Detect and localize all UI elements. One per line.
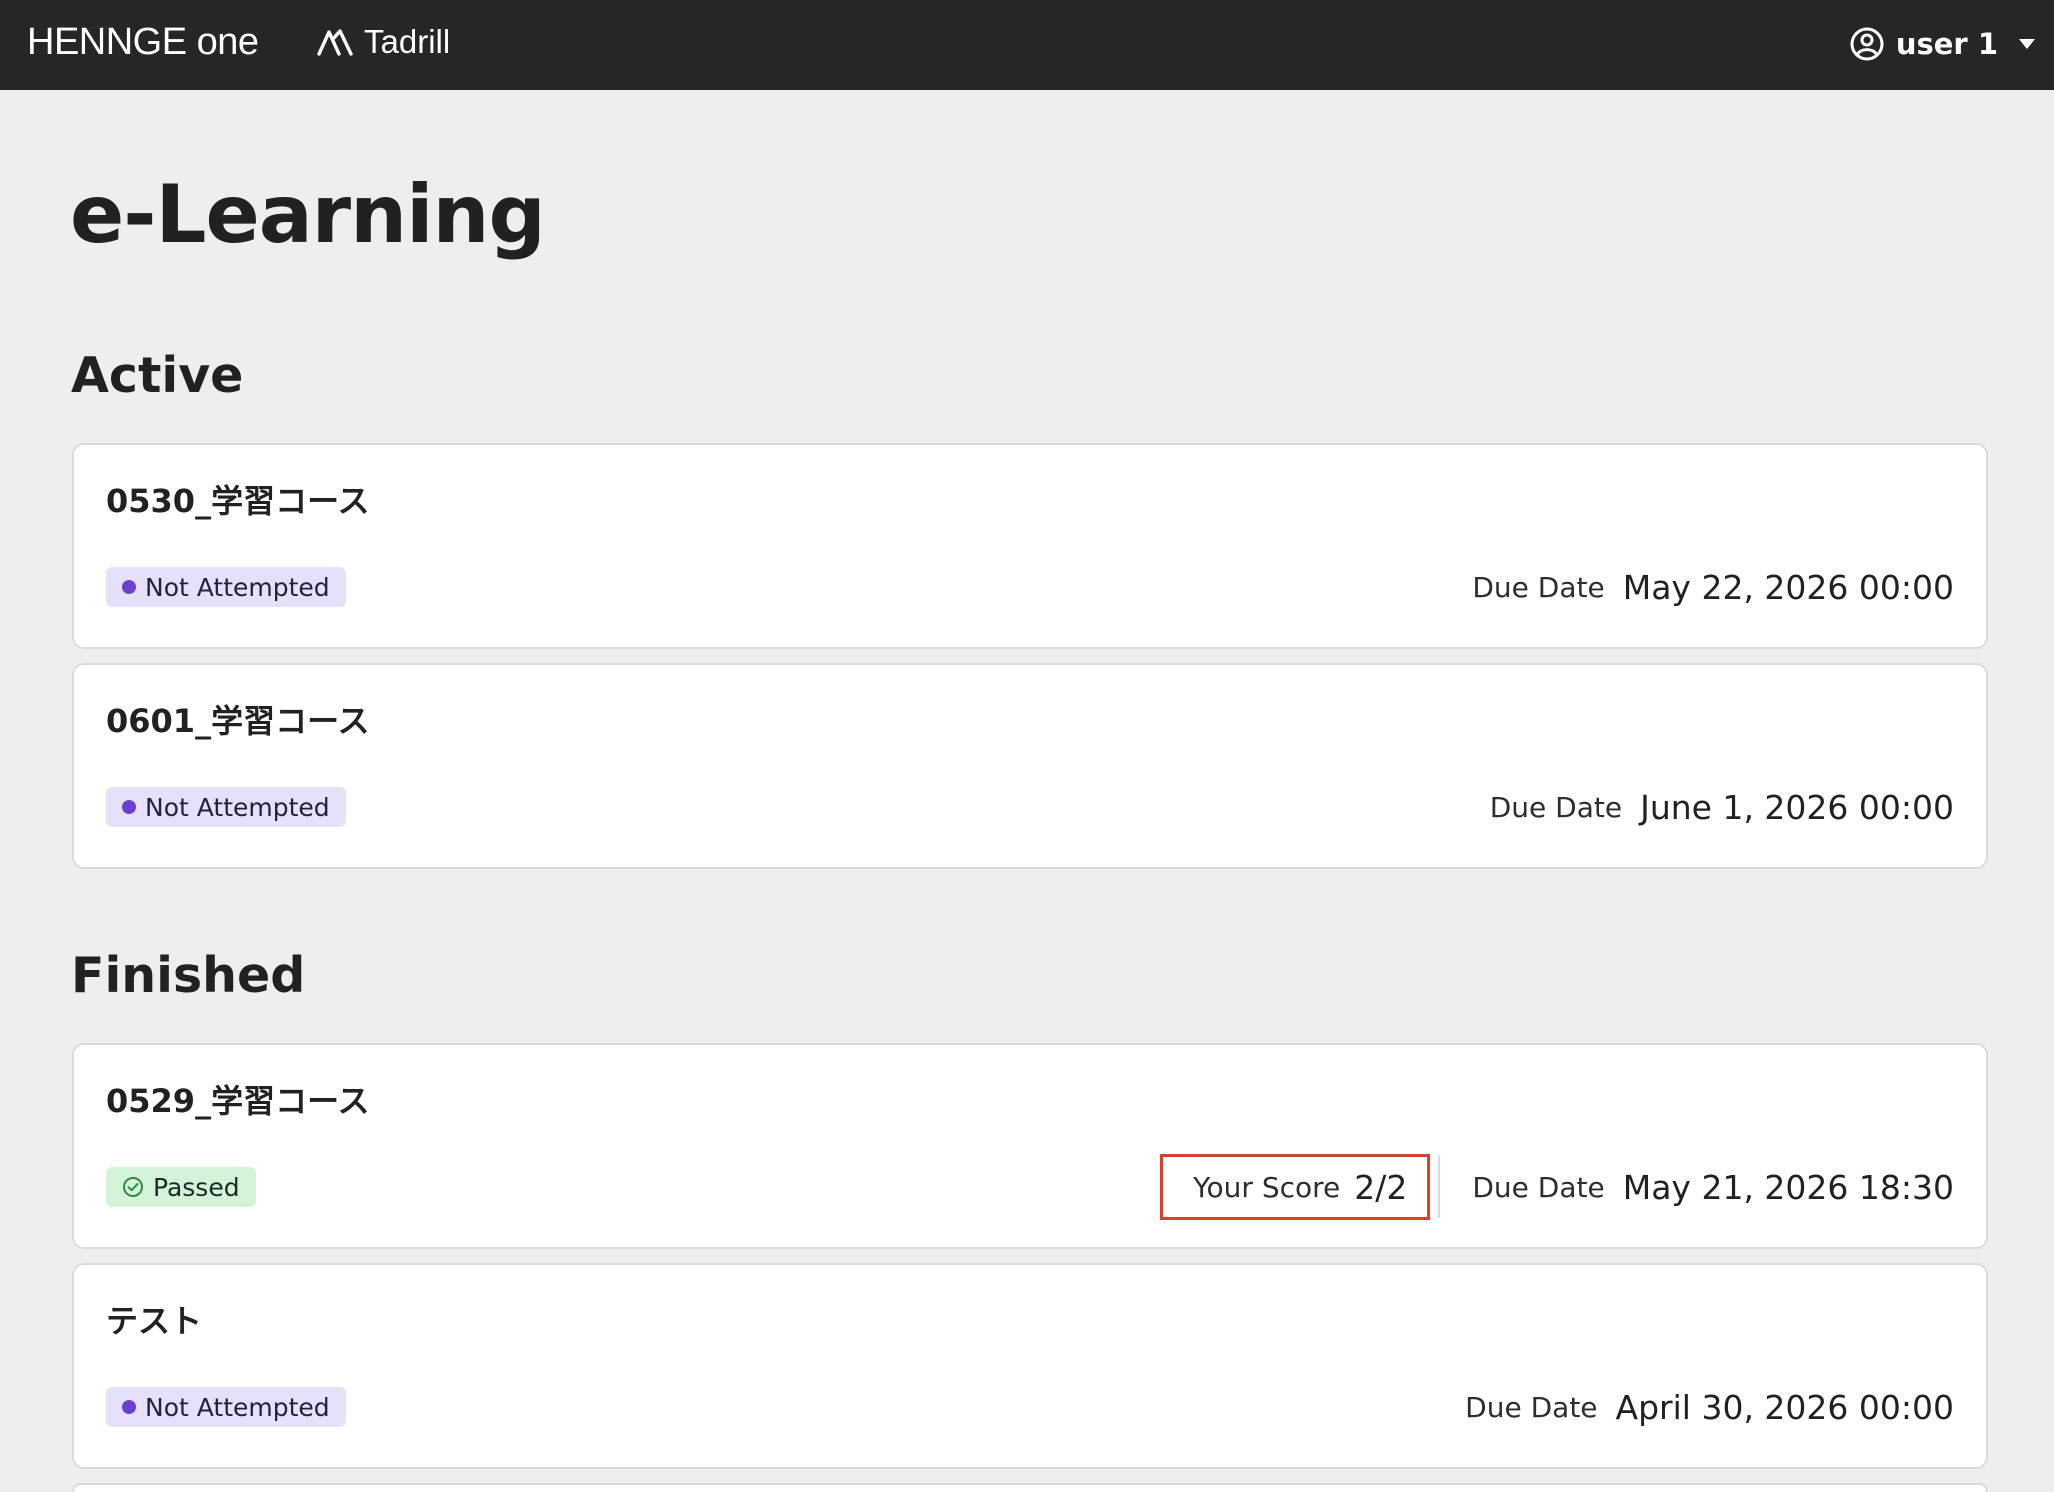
due-date: Due Date May 22, 2026 00:00 — [1472, 563, 1954, 611]
caret-down-icon — [2018, 38, 2036, 50]
status-badge: Passed — [106, 1167, 256, 1207]
status-dot-icon — [122, 1400, 136, 1414]
status-dot-icon — [122, 580, 136, 594]
due-date-label: Due Date — [1472, 570, 1605, 604]
status-badge: Not Attempted — [106, 787, 346, 827]
status-dot-icon — [122, 800, 136, 814]
due-date: Due Date April 30, 2026 00:00 — [1465, 1383, 1954, 1431]
check-circle-icon — [122, 1176, 144, 1198]
course-title: 0530_学習コース — [106, 482, 370, 520]
course-title: 0601_学習コース — [106, 702, 370, 740]
section-title-finished: Finished — [71, 947, 306, 1004]
status-label: Not Attempted — [145, 792, 330, 822]
course-card[interactable]: 0601_学習コース Not Attempted Due Date June 1… — [72, 663, 1988, 869]
course-card[interactable]: テスト Not Attempted Due Date April 30, 202… — [72, 1263, 1988, 1469]
top-navigation-bar: HENNGE one Tadrill user 1 — [0, 0, 2054, 90]
due-date: Due Date June 1, 2026 00:00 — [1490, 783, 1954, 831]
due-date-value: May 22, 2026 00:00 — [1622, 567, 1954, 607]
status-label: Passed — [153, 1172, 240, 1202]
user-circle-icon — [1850, 27, 1884, 61]
user-menu-button[interactable]: user 1 — [1850, 22, 2036, 66]
due-date-label: Due Date — [1472, 1170, 1605, 1204]
section-title-active: Active — [71, 347, 244, 404]
status-label: Not Attempted — [145, 572, 330, 602]
product-name[interactable]: Tadrill — [316, 22, 450, 62]
course-title: テスト — [106, 1302, 203, 1340]
course-meta: Your Score 2/2 Due Date May 21, 2026 18:… — [1160, 1154, 1954, 1220]
status-label: Not Attempted — [145, 1392, 330, 1422]
status-badge: Not Attempted — [106, 1387, 346, 1427]
your-score: Your Score 2/2 — [1160, 1154, 1431, 1220]
course-card-partial[interactable] — [72, 1483, 1988, 1492]
due-date-value: May 21, 2026 18:30 — [1622, 1167, 1954, 1207]
due-date-label: Due Date — [1489, 790, 1623, 824]
due-date-value: April 30, 2026 00:00 — [1615, 1387, 1954, 1427]
score-label: Your Score — [1193, 1170, 1341, 1204]
course-card[interactable]: 0530_学習コース Not Attempted Due Date May 22… — [72, 443, 1988, 649]
meta-divider — [1438, 1156, 1441, 1218]
user-name: user 1 — [1895, 27, 1998, 61]
score-value: 2/2 — [1354, 1167, 1408, 1207]
course-card[interactable]: 0529_学習コース Passed Your Score 2/2 Due Dat… — [72, 1043, 1988, 1249]
product-label: Tadrill — [364, 23, 451, 60]
henngeone-logo[interactable]: HENNGE one — [27, 18, 259, 66]
page-title: e-Learning — [70, 168, 546, 261]
status-badge: Not Attempted — [106, 567, 346, 607]
due-date-value: June 1, 2026 00:00 — [1640, 787, 1954, 827]
tadrill-logo-icon — [316, 27, 354, 57]
course-title: 0529_学習コース — [106, 1082, 370, 1120]
due-date-label: Due Date — [1465, 1390, 1598, 1424]
